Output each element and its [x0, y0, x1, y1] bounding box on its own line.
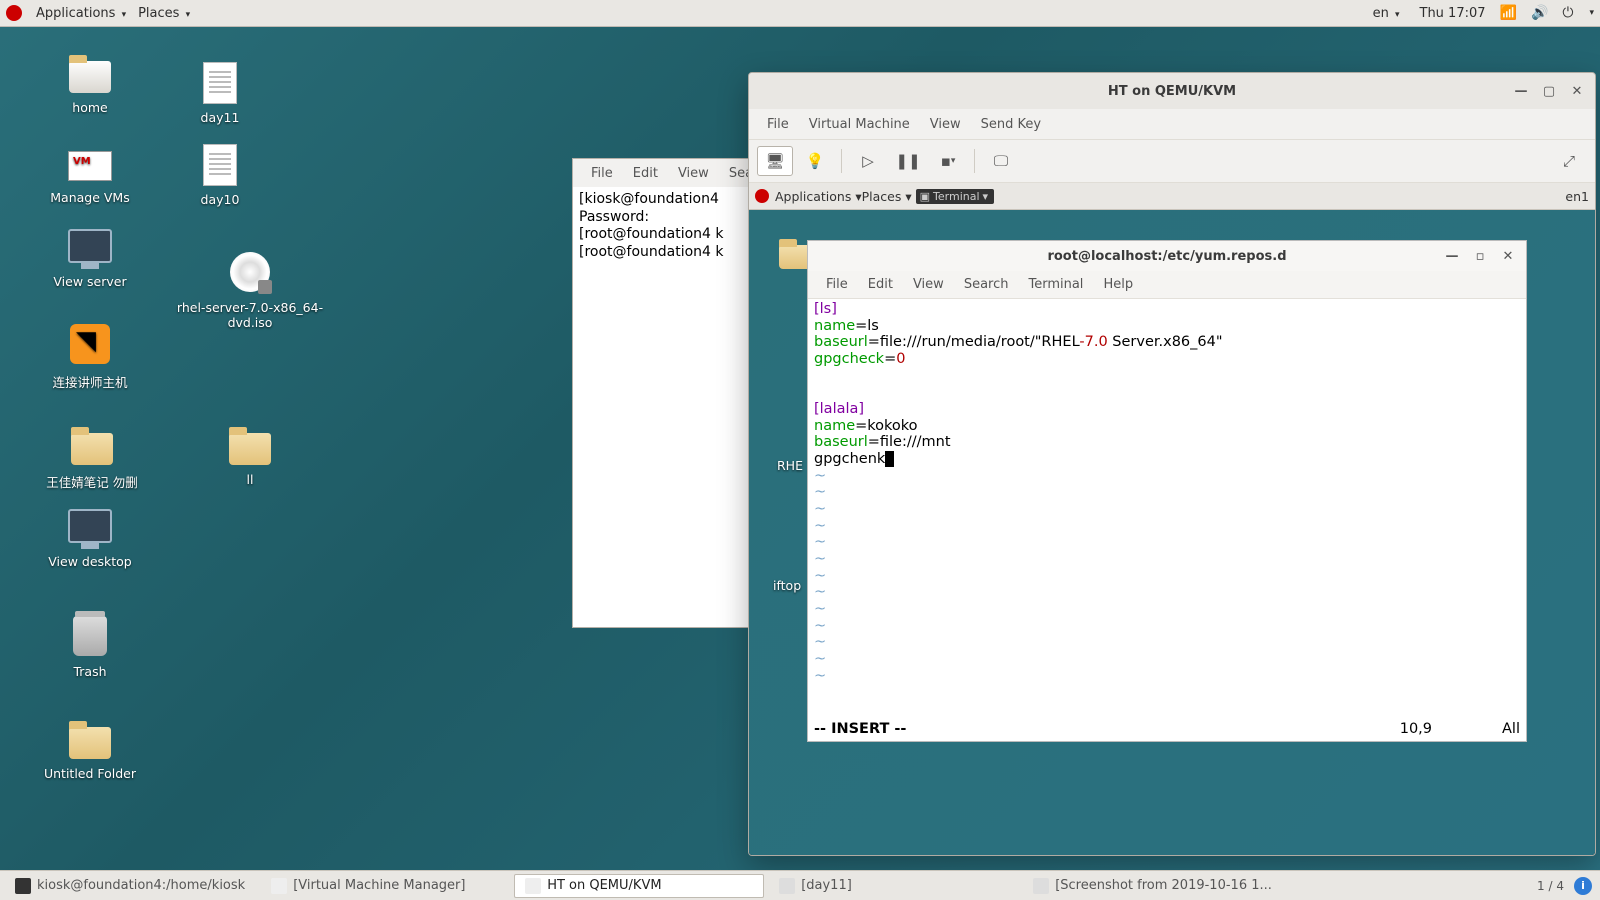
workspace-indicator[interactable]: 1 / 4	[1531, 879, 1570, 893]
places-menu[interactable]: Places ▾	[132, 6, 196, 21]
volume-icon[interactable]: 🔊	[1531, 5, 1548, 21]
shutdown-button[interactable]: ▪ ▾	[930, 146, 966, 176]
applications-menu[interactable]: Applications ▾	[30, 6, 132, 21]
vim-scroll-pct: All	[1502, 721, 1520, 741]
minimize-button[interactable]: —	[1507, 78, 1535, 104]
close-button[interactable]: ✕	[1563, 78, 1591, 104]
menu-view[interactable]: View	[670, 164, 717, 183]
cursor-block	[885, 451, 894, 467]
pause-button[interactable]: ❚❚	[890, 146, 926, 176]
maximize-button[interactable]: ▫	[1466, 243, 1494, 269]
view-desktop[interactable]: View desktop	[30, 502, 150, 569]
close-button[interactable]: ✕	[1494, 243, 1522, 269]
minimize-button[interactable]: —	[1438, 243, 1466, 269]
virt-menubar: File Virtual Machine View Send Key	[749, 109, 1595, 139]
menu-edit[interactable]: Edit	[625, 164, 666, 183]
system-tray: en ▾ Thu 17:07 📶 🔊 ⏻ ▾	[1367, 5, 1594, 21]
menu-help[interactable]: Help	[1095, 275, 1141, 294]
manage-vms[interactable]: Manage VMs	[30, 138, 150, 205]
play-button[interactable]: ▷	[850, 146, 886, 176]
task-terminal[interactable]: kiosk@foundation4:/home/kiosk	[4, 874, 256, 898]
info-badge[interactable]: i	[1574, 877, 1592, 895]
trash[interactable]: Trash	[30, 612, 150, 679]
virt-toolbar: 🖥 💡 ▷ ❚❚ ▪ ▾ 🖵 ⤢	[749, 139, 1595, 183]
clock[interactable]: Thu 17:07	[1420, 6, 1486, 21]
file-day10[interactable]: day10	[160, 140, 280, 207]
task-imageviewer[interactable]: [Screenshot from 2019-10-16 1...	[1022, 874, 1283, 898]
console-button[interactable]: 🖥	[757, 146, 793, 176]
network-icon[interactable]: 📶	[1500, 5, 1517, 21]
menu-view[interactable]: View	[922, 115, 969, 134]
menu-view[interactable]: View	[905, 275, 952, 294]
menu-edit[interactable]: Edit	[860, 275, 901, 294]
fullscreen-button[interactable]: ⤢	[1551, 146, 1587, 176]
image-icon	[1033, 878, 1049, 894]
vim-statusline: -- INSERT -- 10,9 All	[808, 721, 1526, 741]
taskbar: kiosk@foundation4:/home/kiosk [Virtual M…	[0, 870, 1600, 900]
guest-lang[interactable]: en1	[1565, 189, 1589, 204]
maximize-button[interactable]: ▢	[1535, 78, 1563, 104]
window-title: HT on QEMU/KVM	[1108, 84, 1236, 99]
snapshot-button[interactable]: 🖵	[983, 146, 1019, 176]
redhat-icon	[755, 189, 769, 203]
vmm-icon	[525, 878, 541, 894]
vim-mode: -- INSERT --	[814, 721, 906, 741]
lightbulb-button[interactable]: 💡	[797, 146, 833, 176]
menu-file[interactable]: File	[818, 275, 856, 294]
window-titlebar[interactable]: HT on QEMU/KVM — ▢ ✕	[749, 73, 1595, 109]
menu-file[interactable]: File	[583, 164, 621, 183]
chevron-down-icon: ▾	[1589, 8, 1594, 18]
guest-label-iftop: iftop	[773, 578, 801, 593]
guest-places-menu[interactable]: Places ▾	[862, 189, 912, 204]
guest-terminal-window[interactable]: root@localhost:/etc/yum.repos.d — ▫ ✕ Fi…	[807, 240, 1527, 742]
guest-terminal-title: root@localhost:/etc/yum.repos.d	[1047, 249, 1286, 264]
ll-folder[interactable]: ll	[190, 420, 310, 487]
task-gedit[interactable]: [day11]	[768, 874, 1018, 898]
guest-terminal-menubar: File Edit View Search Terminal Help	[808, 271, 1526, 299]
terminal-icon	[15, 878, 31, 894]
guest-label-rhel: RHE	[777, 458, 803, 473]
task-vmm[interactable]: [Virtual Machine Manager]	[260, 874, 510, 898]
gnome-topbar: Applications ▾ Places ▾ en ▾ Thu 17:07 📶…	[0, 0, 1600, 27]
view-server[interactable]: View server	[30, 222, 150, 289]
redhat-icon	[6, 5, 22, 21]
iso-file[interactable]: rhel-server-7.0-x86_64-dvd.iso	[170, 248, 330, 330]
guest-terminal-titlebar[interactable]: root@localhost:/etc/yum.repos.d — ▫ ✕	[808, 241, 1526, 271]
vim-cursor-pos: 10,9	[1400, 721, 1432, 741]
file-day11[interactable]: day11	[160, 58, 280, 125]
document-icon	[779, 878, 795, 894]
task-vm-viewer[interactable]: HT on QEMU/KVM	[514, 874, 764, 898]
power-icon[interactable]: ⏻	[1562, 5, 1573, 21]
tigervnc-launcher[interactable]: 连接讲师主机	[30, 320, 150, 391]
input-lang[interactable]: en ▾	[1367, 6, 1406, 21]
untitled-folder[interactable]: Untitled Folder	[20, 714, 160, 781]
vmm-icon	[271, 878, 287, 894]
menu-file[interactable]: File	[759, 115, 797, 134]
vim-content[interactable]: [ls] name=ls baseurl=file:///run/media/r…	[808, 299, 1526, 721]
guest-topbar: Applications ▾ Places ▾ ▣ Terminal ▾ en1	[749, 183, 1595, 210]
menu-search[interactable]: Search	[956, 275, 1017, 294]
menu-send-key[interactable]: Send Key	[973, 115, 1049, 134]
menu-virtual-machine[interactable]: Virtual Machine	[801, 115, 918, 134]
notes-folder[interactable]: 王佳婧笔记 勿删	[22, 420, 162, 491]
guest-terminal-indicator[interactable]: ▣ Terminal ▾	[916, 189, 994, 204]
guest-applications-menu[interactable]: Applications ▾	[775, 189, 862, 204]
chevron-down-icon: ▾	[122, 10, 127, 20]
home-folder[interactable]: home	[30, 48, 150, 115]
virt-viewer-window: HT on QEMU/KVM — ▢ ✕ File Virtual Machin…	[748, 72, 1596, 856]
menu-terminal[interactable]: Terminal	[1020, 275, 1091, 294]
chevron-down-icon: ▾	[186, 10, 191, 20]
